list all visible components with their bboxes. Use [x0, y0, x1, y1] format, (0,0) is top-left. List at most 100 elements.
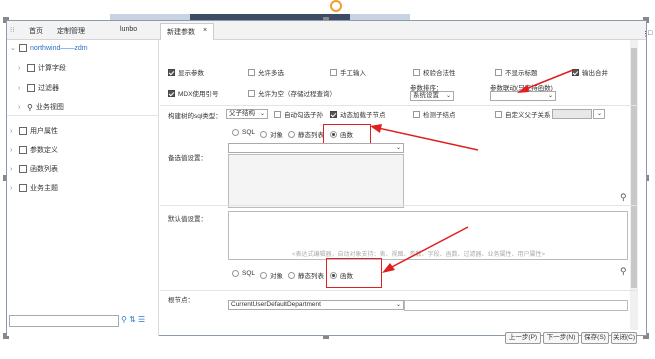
radio-button[interactable]: [232, 270, 239, 277]
show-param-option[interactable]: 显示参数: [168, 67, 204, 77]
tree-section-param-def[interactable]: › 参数定义: [10, 143, 58, 157]
tree-section-label: 参数定义: [30, 147, 58, 154]
chevron-down-icon: ⌄: [596, 111, 602, 117]
tree-section-business-topic[interactable]: › 业务主题: [10, 181, 58, 195]
tree-section-label: 用户属性: [30, 128, 58, 135]
check-child-option[interactable]: 检测子结点: [413, 109, 456, 119]
chevron-right-icon[interactable]: ›: [18, 65, 24, 72]
chevron-right-icon[interactable]: ›: [10, 128, 16, 135]
auto-select-label: 自动勾选子孙: [284, 112, 323, 119]
save-button[interactable]: 保存(S): [581, 332, 609, 344]
tab-new-param[interactable]: 新建参数 ×: [160, 23, 214, 40]
radio-button[interactable]: [260, 130, 267, 138]
show-param-checkbox[interactable]: [168, 68, 175, 76]
tree-root-label: northwind——zdm: [30, 44, 88, 52]
candidate-radio-static[interactable]: 静态列表: [288, 129, 324, 139]
pin-icon: [330, 0, 342, 12]
root-label: 根节点：: [168, 297, 194, 304]
function-list-icon: [19, 165, 27, 173]
allow-empty-checkbox[interactable]: [248, 89, 255, 97]
tree-item-label: 过滤器: [38, 85, 59, 92]
default-radio-sql[interactable]: SQL: [232, 270, 255, 277]
tree-search-input[interactable]: [9, 315, 119, 327]
chevron-right-icon[interactable]: ›: [10, 166, 16, 173]
default-radio-object[interactable]: 对象: [260, 270, 283, 280]
sort-select[interactable]: 系统设置 ⌄: [410, 91, 454, 101]
root-select-value: CurrentUserDefaultDepartment: [231, 301, 321, 308]
chevron-right-icon[interactable]: ›: [18, 104, 24, 111]
search-icon[interactable]: ⚲: [121, 315, 127, 324]
maximize-icon[interactable]: □: [648, 30, 652, 37]
default-radio-static[interactable]: 静态列表: [288, 270, 324, 280]
root-extra-field[interactable]: [404, 300, 628, 311]
magnifier-icon[interactable]: ⚲: [620, 266, 627, 277]
dynamic-add-option[interactable]: 动态加载子节点: [330, 109, 386, 119]
validate-label: 校验合法性: [423, 70, 456, 77]
scrollbar-thumb[interactable]: [631, 48, 637, 288]
tab-new-param-label: 新建参数: [167, 29, 195, 36]
radio-button[interactable]: [232, 129, 239, 136]
chevron-down-icon: ⌄: [259, 111, 265, 117]
dynamic-add-checkbox[interactable]: [330, 110, 337, 118]
custom-parent-dropdown[interactable]: ⌄: [593, 109, 605, 119]
sql-type-select[interactable]: 父子结构 ⌄: [226, 109, 268, 119]
radio-button[interactable]: [288, 271, 295, 279]
tree-item-calc-field[interactable]: › 计算字段: [18, 61, 66, 75]
allow-empty-option[interactable]: 允许为空（存储过程查询）: [248, 88, 336, 98]
radio-label: 静态列表: [298, 273, 324, 280]
close-tab-icon[interactable]: ×: [203, 27, 207, 34]
sort-icon[interactable]: ⇅: [129, 315, 136, 324]
chevron-right-icon[interactable]: ›: [10, 147, 16, 154]
tab-lunbo[interactable]: lunbo: [120, 26, 137, 33]
candidate-label: 备选值设置：: [168, 155, 207, 162]
tab-custom-manage[interactable]: 定制管理: [57, 26, 85, 36]
mdx-quote-checkbox[interactable]: [168, 89, 175, 97]
prev-button[interactable]: 上一步(P): [505, 332, 541, 344]
search-icon: ⚲: [27, 102, 33, 112]
mdx-quote-option[interactable]: MDX使用引号: [168, 88, 218, 98]
check-child-checkbox[interactable]: [413, 110, 420, 118]
radio-button[interactable]: [288, 130, 295, 138]
divider: [160, 205, 638, 206]
tree-item-filter[interactable]: › 过滤器: [18, 81, 59, 95]
manual-input-checkbox[interactable]: [330, 68, 337, 76]
custom-parent-select[interactable]: [552, 109, 592, 119]
tab-home[interactable]: 首页: [29, 26, 43, 36]
chevron-down-icon[interactable]: ⌄: [10, 44, 16, 52]
candidate-radio-sql[interactable]: SQL: [232, 129, 255, 136]
root-select[interactable]: CurrentUserDefaultDepartment ⌄: [228, 300, 404, 310]
auto-select-option[interactable]: 自动勾选子孙: [274, 109, 323, 119]
output-merge-label: 输出合并: [582, 70, 608, 77]
output-merge-option[interactable]: 输出合并: [572, 67, 608, 77]
validate-option[interactable]: 校验合法性: [413, 67, 456, 77]
param-def-icon: [19, 146, 27, 154]
allow-multi-checkbox[interactable]: [248, 68, 255, 76]
tree-section-functions[interactable]: › 函数列表: [10, 162, 58, 176]
tree-section-user-attr[interactable]: › 用户属性: [10, 124, 58, 138]
allow-multi-option[interactable]: 允许多选: [248, 67, 284, 77]
validate-checkbox[interactable]: [413, 68, 420, 76]
tree-root[interactable]: ⌄ northwind——zdm: [10, 41, 88, 55]
tab-bar: ⁝⁝ 首页 定制管理 lunbo 新建参数 × ⋮ □: [7, 21, 652, 40]
vertical-scrollbar[interactable]: [630, 40, 638, 330]
sql-type-select-value: 父子结构: [229, 110, 255, 117]
next-button[interactable]: 下一步(N): [543, 332, 579, 344]
radio-button[interactable]: [260, 271, 267, 279]
tree-section-label: 函数列表: [30, 166, 58, 173]
hide-title-checkbox[interactable]: [495, 68, 502, 76]
param-editor: 显示参数 允许多选 手工输入 校验合法性 不显示标题 输出合并 MDX使用引号 …: [160, 40, 638, 344]
close-button[interactable]: 关闭(C): [611, 332, 637, 344]
tree-item-business-view[interactable]: › ⚲ 业务视图: [18, 100, 64, 114]
auto-select-checkbox[interactable]: [274, 110, 281, 118]
list-icon[interactable]: ☰: [138, 315, 145, 324]
business-topic-icon: [19, 184, 27, 192]
candidate-radio-object[interactable]: 对象: [260, 129, 283, 139]
magnifier-icon[interactable]: ⚲: [620, 192, 627, 203]
annotation-arrow: [517, 69, 574, 93]
manual-input-option[interactable]: 手工输入: [330, 67, 366, 77]
chevron-right-icon[interactable]: ›: [18, 85, 24, 92]
custom-parent-checkbox[interactable]: [495, 110, 502, 118]
candidate-list[interactable]: [228, 154, 404, 208]
custom-parent-option[interactable]: 自定义父子关系: [495, 109, 551, 119]
chevron-right-icon[interactable]: ›: [10, 185, 16, 192]
